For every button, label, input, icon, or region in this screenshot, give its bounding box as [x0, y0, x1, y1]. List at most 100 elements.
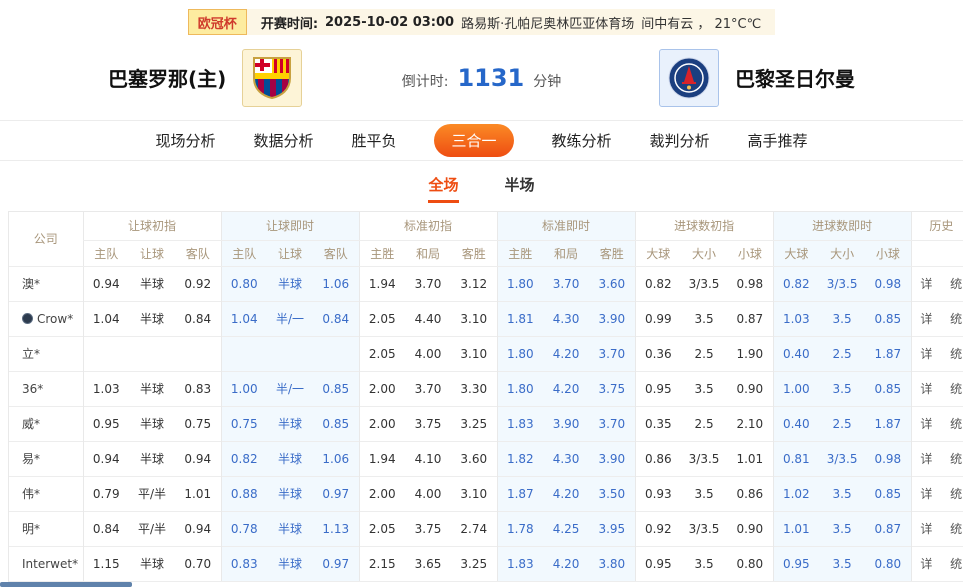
- odds-cell: 1.06: [313, 266, 359, 301]
- home-team-crest-box: [242, 49, 302, 107]
- company-cell: 易*: [9, 441, 83, 476]
- detail-link[interactable]: 详: [920, 487, 932, 501]
- stats-link[interactable]: 统: [950, 557, 962, 571]
- odds-cell: 0.35: [635, 406, 681, 441]
- table-row: 澳*0.94半球0.920.80半球1.061.943.703.121.803.…: [9, 266, 963, 301]
- table-row: 明*0.84平/半0.940.78半球1.132.053.752.741.784…: [9, 511, 963, 546]
- horizontal-scrollbar-thumb[interactable]: [0, 582, 132, 587]
- odds-cell: 0.98: [865, 441, 911, 476]
- nav-tabs: 现场分析 数据分析 胜平负 三合一 教练分析 裁判分析 高手推荐: [0, 121, 963, 161]
- odds-cell: 3.10: [451, 301, 497, 336]
- nav-tab-2[interactable]: 数据分析: [253, 130, 313, 151]
- odds-cell: 半球: [129, 546, 175, 581]
- odds-cell: 2.74: [451, 511, 497, 546]
- detail-link[interactable]: 详: [920, 382, 932, 396]
- nav-tab-3[interactable]: 胜平负: [351, 130, 396, 151]
- odds-cell: 3.70: [589, 406, 635, 441]
- odds-cell: 2.00: [359, 406, 405, 441]
- odds-cell: 0.97: [313, 546, 359, 581]
- stats-link[interactable]: 统: [950, 452, 962, 466]
- odds-cell: 0.88: [221, 476, 267, 511]
- odds-cell: 0.83: [221, 546, 267, 581]
- nav-tab-4[interactable]: 三合一: [434, 124, 513, 157]
- nav-tab-7[interactable]: 高手推荐: [748, 130, 808, 151]
- stats-link-cell: 统: [941, 441, 963, 476]
- column-group-2: 让球即时: [221, 212, 359, 240]
- odds-cell: 4.20: [543, 336, 589, 371]
- odds-cell: 半球: [129, 441, 175, 476]
- detail-link[interactable]: 详: [920, 312, 932, 326]
- nav-tab-5[interactable]: 教练分析: [552, 130, 612, 151]
- detail-link[interactable]: 详: [920, 557, 932, 571]
- column-header: 客胜: [589, 240, 635, 266]
- odds-cell: 3.75: [589, 371, 635, 406]
- stats-link[interactable]: 统: [950, 487, 962, 501]
- odds-cell: 0.75: [175, 406, 221, 441]
- odds-cell: 3.5: [819, 476, 865, 511]
- odds-cell: 2.15: [359, 546, 405, 581]
- stats-link[interactable]: 统: [950, 522, 962, 536]
- detail-link[interactable]: 详: [920, 277, 932, 291]
- odds-cell: [175, 336, 221, 371]
- odds-cell: 0.84: [313, 301, 359, 336]
- odds-cell: 半球: [129, 301, 175, 336]
- odds-cell: 平/半: [129, 511, 175, 546]
- odds-cell: 0.78: [221, 511, 267, 546]
- countdown-label: 倒计时:: [402, 71, 449, 91]
- stats-link[interactable]: 统: [950, 417, 962, 431]
- odds-cell: 0.40: [773, 406, 819, 441]
- odds-cell: 4.20: [543, 371, 589, 406]
- home-team-block: 巴塞罗那(主): [108, 49, 302, 107]
- nav-tab-6[interactable]: 裁判分析: [650, 130, 710, 151]
- company-cell: 36*: [9, 371, 83, 406]
- stats-link[interactable]: 统: [950, 277, 962, 291]
- stats-link[interactable]: 统: [950, 382, 962, 396]
- company-cell: Crow*: [9, 301, 83, 336]
- home-team-crest-icon: [251, 56, 293, 100]
- odds-cell: 0.86: [635, 441, 681, 476]
- detail-link[interactable]: 详: [920, 347, 932, 361]
- stats-link-cell: 统: [941, 406, 963, 441]
- column-header: 和局: [543, 240, 589, 266]
- odds-cell: 0.92: [175, 266, 221, 301]
- odds-cell: [83, 336, 129, 371]
- odds-cell: 3.70: [589, 336, 635, 371]
- odds-cell: 1.04: [221, 301, 267, 336]
- odds-cell: 0.87: [727, 301, 773, 336]
- odds-cell: 0.94: [175, 511, 221, 546]
- odds-cell: 半球: [267, 406, 313, 441]
- odds-cell: 0.85: [865, 301, 911, 336]
- detail-link[interactable]: 详: [920, 522, 932, 536]
- away-team-name: 巴黎圣日尔曼: [735, 63, 855, 92]
- odds-cell: 0.87: [865, 511, 911, 546]
- odds-cell: 2.05: [359, 301, 405, 336]
- detail-link[interactable]: 详: [920, 452, 932, 466]
- table-row: 立*2.054.003.101.804.203.700.362.51.900.4…: [9, 336, 963, 371]
- odds-cell: 0.36: [635, 336, 681, 371]
- odds-cell: 1.01: [727, 441, 773, 476]
- subtab-1[interactable]: 全场: [428, 174, 458, 203]
- odds-cell: 3.25: [451, 406, 497, 441]
- odds-cell: 1.15: [83, 546, 129, 581]
- table-row: 伟*0.79平/半1.010.88半球0.972.004.003.101.874…: [9, 476, 963, 511]
- detail-link-cell: 详: [911, 301, 941, 336]
- detail-link-cell: 详: [911, 371, 941, 406]
- odds-cell: 1.13: [313, 511, 359, 546]
- stats-link[interactable]: 统: [950, 312, 962, 326]
- column-header: 让球: [267, 240, 313, 266]
- odds-cell: 1.87: [497, 476, 543, 511]
- stats-link[interactable]: 统: [950, 347, 962, 361]
- odds-cell: 半球: [129, 371, 175, 406]
- nav-tab-1[interactable]: 现场分析: [155, 130, 215, 151]
- odds-cell: 2.05: [359, 336, 405, 371]
- column-header: 大球: [635, 240, 681, 266]
- subtab-2[interactable]: 半场: [505, 174, 535, 203]
- stats-link-cell: 统: [941, 301, 963, 336]
- detail-link-cell: 详: [911, 336, 941, 371]
- detail-link[interactable]: 详: [920, 417, 932, 431]
- odds-cell: 1.00: [221, 371, 267, 406]
- odds-cell: 平/半: [129, 476, 175, 511]
- odds-cell: 0.98: [865, 266, 911, 301]
- table-row: 易*0.94半球0.940.82半球1.061.944.103.601.824.…: [9, 441, 963, 476]
- odds-cell: 1.01: [773, 511, 819, 546]
